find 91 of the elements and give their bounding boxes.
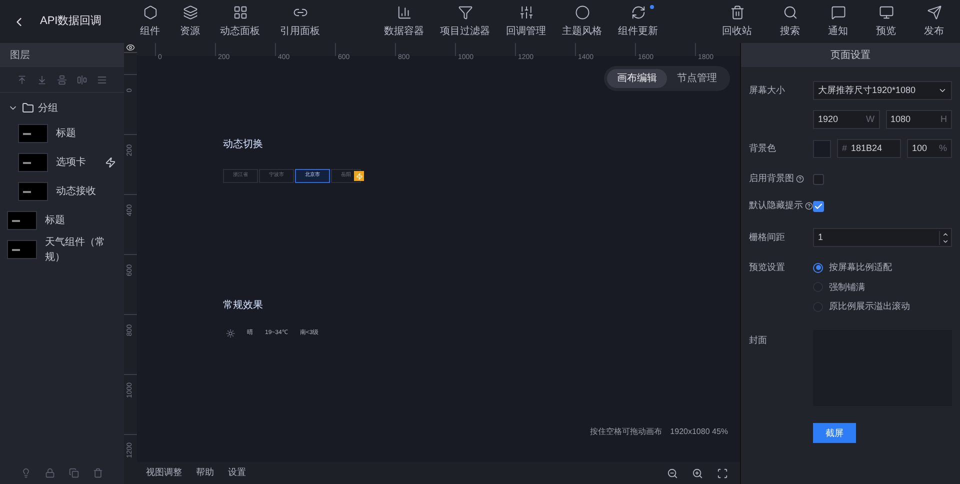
menu-item[interactable]: 帮助 [196, 466, 214, 480]
menu-item[interactable]: 设置 [228, 466, 246, 480]
layers-icon [182, 4, 198, 20]
align-icon[interactable] [57, 74, 67, 84]
field-label: 背景色 [749, 142, 777, 155]
layer-thumbnail [18, 124, 48, 143]
toolbar-button[interactable]: 项目过滤器 [432, 4, 498, 38]
lock-icon[interactable] [45, 468, 55, 478]
window-title: API数据回调 [40, 14, 103, 30]
section-title: 动态切换 [223, 138, 264, 152]
panel-header: 图层 [0, 43, 124, 67]
field-label: 栅格间距 [749, 230, 786, 244]
radio-option[interactable]: 按屏幕比例适配 [813, 261, 910, 274]
toolbar-button[interactable]: 通知 [820, 4, 856, 38]
screenshot-button[interactable]: 截屏 [813, 423, 856, 444]
radio-option[interactable]: 原比例展示溢出滚动 [813, 300, 910, 314]
hexagon-icon [142, 4, 158, 20]
send-icon [926, 4, 942, 20]
mode-tab[interactable]: 画布编辑 [607, 69, 667, 88]
toolbar-button[interactable]: 数据容器 [376, 4, 432, 38]
circles-icon [574, 4, 590, 20]
width-field[interactable]: 1920 W [813, 110, 880, 129]
height-field[interactable]: 1080 H [886, 110, 952, 129]
toolbar-button[interactable]: 回调管理 [498, 4, 554, 38]
lightbulb-icon[interactable] [21, 468, 31, 478]
bring-to-front-icon[interactable] [17, 74, 27, 84]
zoom-out-icon[interactable] [667, 468, 678, 478]
toolbar-button[interactable]: 搜索 [772, 4, 808, 38]
mode-tab[interactable]: 节点管理 [667, 69, 727, 88]
color-swatch[interactable] [813, 140, 831, 158]
layer-item[interactable]: 标题 [0, 119, 124, 148]
drag-hint: 按住空格可拖动画布 [590, 426, 662, 438]
toolbar-button[interactable]: 主题风格 [554, 4, 610, 38]
toolbar-button[interactable]: 资源 [172, 4, 208, 38]
toolbar-button[interactable]: 组件 [132, 4, 168, 38]
send-to-back-icon[interactable] [37, 74, 47, 84]
toolbar-button[interactable]: 动态面板 [212, 4, 268, 38]
screen-size-select[interactable]: 大屏推荐尺寸1920*1080 [813, 81, 952, 100]
panel-header: 页面设置 [741, 43, 960, 67]
help-icon[interactable] [805, 202, 813, 210]
monitor-icon [878, 4, 894, 20]
section-title: 常规效果 [223, 298, 264, 313]
trash-icon[interactable] [93, 468, 103, 478]
zoom-in-icon[interactable] [692, 468, 703, 478]
increment-icon[interactable] [942, 230, 949, 238]
field-label: 默认隐藏提示 [749, 199, 803, 212]
decrement-icon[interactable] [942, 238, 949, 244]
field-label: 预览设置 [749, 261, 786, 274]
distribute-icon[interactable] [77, 74, 87, 84]
layer-thumbnail [7, 211, 37, 230]
field-label: 屏幕大小 [749, 84, 786, 97]
trash-icon [730, 4, 744, 20]
canvas-size: 1920x1080 45% [670, 426, 728, 438]
grid-spacing-field[interactable]: 1 [813, 228, 952, 247]
grid-icon [232, 4, 248, 20]
bar-chart-icon [396, 4, 412, 20]
menu-item[interactable]: 视图调整 [146, 466, 182, 480]
layer-item[interactable]: 动态接收 [0, 177, 124, 206]
field-label: 封面 [749, 334, 768, 346]
checkbox[interactable] [813, 200, 824, 212]
sun-icon [226, 329, 235, 338]
message-icon [830, 4, 846, 20]
layer-thumbnail [18, 182, 48, 201]
chevron-down-icon [938, 86, 947, 95]
bolt-badge [354, 171, 364, 181]
sliders-icon [518, 4, 534, 20]
toolbar-button[interactable]: 引用面板 [272, 4, 328, 38]
layer-thumbnail [18, 153, 48, 172]
radio-option[interactable]: 强制铺满 [813, 280, 910, 294]
refresh-icon [630, 4, 646, 20]
list-icon[interactable] [97, 74, 107, 84]
field-label: 启用背景图 [749, 172, 794, 186]
layer-item[interactable]: 选项卡 [0, 148, 124, 177]
folder-icon [22, 102, 34, 114]
filter-icon [458, 4, 472, 20]
opacity-field[interactable]: 100 % [907, 139, 952, 158]
toolbar-button[interactable]: 组件更新 [610, 4, 666, 38]
checkbox[interactable] [813, 174, 824, 184]
toolbar-button[interactable]: 回收站 [714, 4, 760, 38]
fit-screen-icon[interactable] [717, 468, 728, 478]
toolbar-button[interactable]: 发布 [916, 4, 952, 38]
color-hex-field[interactable]: # 181B24 [837, 139, 901, 158]
layer-item[interactable]: 天气组件（常规） [0, 235, 124, 264]
layer-item[interactable]: 标题 [0, 206, 124, 235]
search-icon [782, 4, 798, 20]
help-icon[interactable] [796, 175, 804, 183]
layer-thumbnail [7, 240, 37, 259]
copy-icon[interactable] [69, 468, 79, 478]
layer-group[interactable]: 分组 [0, 97, 124, 119]
eye-icon[interactable] [126, 43, 135, 52]
toolbar-button[interactable]: 预览 [868, 4, 904, 38]
